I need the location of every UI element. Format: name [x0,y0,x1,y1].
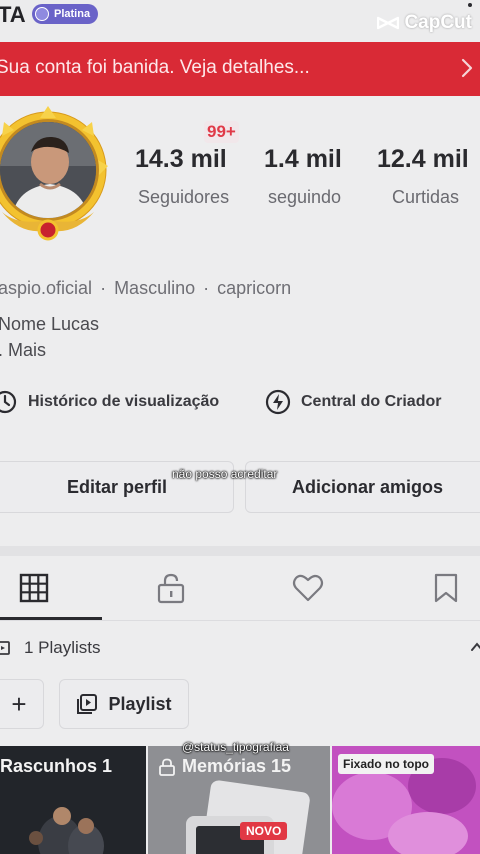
add-friends-button[interactable]: Adicionar amigos [245,461,480,513]
ban-banner-text: Sua conta foi banida. Veja detalhes... [0,57,310,78]
tabs-border [0,620,480,621]
separator: · [100,278,107,298]
playlist-icon [0,641,10,655]
playlist-button-label: Playlist [108,693,172,714]
playlist-play-icon [77,694,98,714]
username: TA [0,2,26,27]
bio-more-link[interactable]: . Mais [0,340,46,361]
avatar-photo [0,122,96,218]
profile-header: TA Platina CapCut [0,0,480,40]
likes-label: Curtidas [392,187,460,207]
pinned-tile[interactable]: Fixado no topo [332,746,480,854]
playlists-count: 1 Playlists [24,638,101,657]
separator: · [203,278,210,298]
lock-icon[interactable] [155,572,187,604]
drafts-tile[interactable]: Rascunhos 1 [0,746,146,854]
plus-label: + [11,689,27,719]
chevron-right-icon [461,58,473,78]
profile-screen: TA Platina CapCut Sua conta foi banida. … [0,0,480,854]
likes-count[interactable]: 12.4 mil [377,145,469,174]
caption-overlay: não posso acreditar [172,467,278,481]
lock-icon [159,758,175,776]
creator-center-link[interactable]: Central do Criador [265,389,441,415]
credit-overlay: @status_tipografiaa [182,740,289,754]
content-tabs [0,556,480,620]
add-playlist-button[interactable]: + [0,679,44,729]
more-options-icon[interactable] [468,0,472,12]
grid-icon[interactable] [18,572,50,604]
playlists-header: 1 Playlists [0,638,101,658]
capcut-logo-icon [377,16,400,30]
handle-text: aspio.oficial [0,278,93,298]
history-clock-icon [0,390,17,414]
followers-count[interactable]: 14.3 mil [135,145,227,174]
badge-label: Platina [54,8,91,20]
ban-banner[interactable]: Sua conta foi banida. Veja detalhes... [0,42,480,96]
edit-profile-label: Editar perfil [66,476,168,497]
chevron-up-icon[interactable] [470,640,480,654]
add-friends-label: Adicionar amigos [291,476,444,497]
creator-center-label: Central do Criador [301,393,442,410]
profile-info-line: aspio.oficial · Masculino · capricorn [0,278,291,299]
drafts-label: Rascunhos 1 [0,756,113,776]
sign-text: capricorn [217,278,292,298]
notification-count[interactable]: 99+ [204,121,239,143]
memories-tile[interactable]: Memórias 15 NOVO [148,746,330,854]
history-link[interactable]: Histórico de visualização [0,389,219,415]
badge-icon [35,7,49,21]
history-label: Histórico de visualização [28,393,220,410]
lightning-icon [265,389,291,415]
bio-line-1: Nome Lucas [0,314,100,334]
playlist-button[interactable]: Playlist [59,679,189,729]
platina-badge[interactable]: Platina [32,4,99,24]
heart-icon[interactable] [292,572,324,604]
pinned-badge: Fixado no topo [338,754,434,774]
memories-label: Memórias 15 [158,756,291,777]
new-badge: NOVO [240,822,288,840]
section-divider [0,546,480,556]
following-label: seguindo [268,187,342,207]
capcut-label: CapCut [404,12,472,33]
capcut-watermark: CapCut [377,12,472,34]
following-count[interactable]: 1.4 mil [264,145,342,174]
avatar[interactable] [0,104,126,249]
bookmark-icon[interactable] [430,572,462,604]
gender-text: Masculino [114,278,196,298]
followers-label: Seguidores [138,187,230,207]
